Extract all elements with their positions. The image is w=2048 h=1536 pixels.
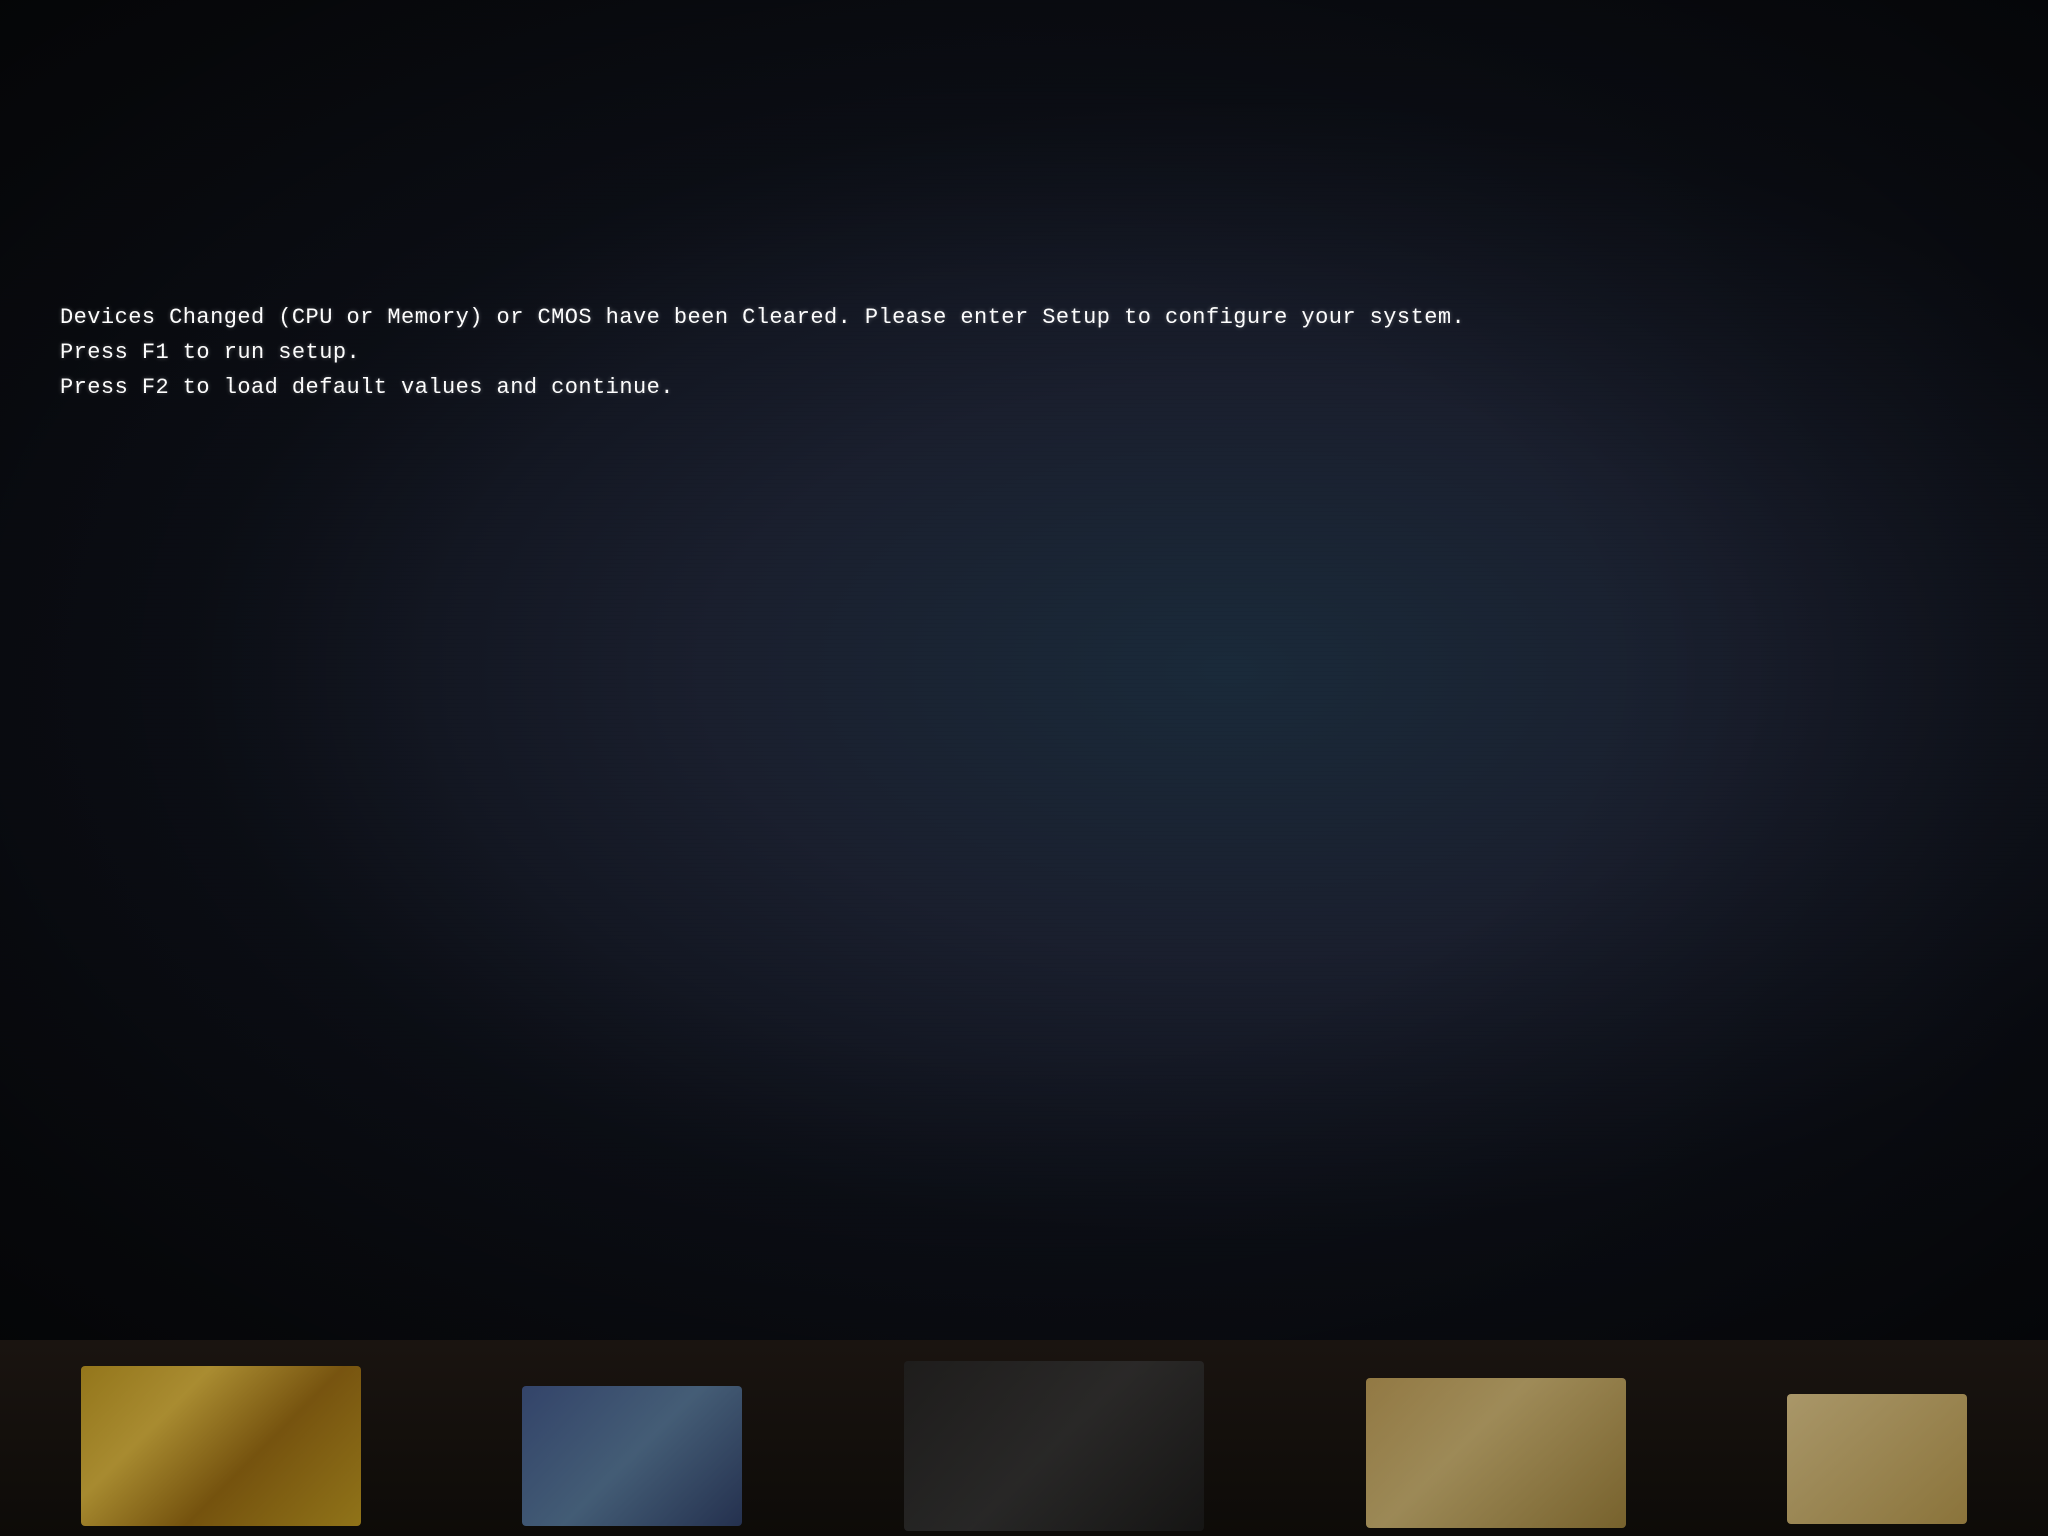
bios-line-2: Press F1 to run setup. bbox=[60, 335, 1465, 370]
vignette-overlay bbox=[0, 0, 2048, 1340]
desk-object-4 bbox=[1366, 1378, 1626, 1528]
desk-object-2 bbox=[522, 1386, 742, 1526]
desk-object-3 bbox=[904, 1361, 1204, 1531]
bios-line-1: Devices Changed (CPU or Memory) or CMOS … bbox=[60, 300, 1465, 335]
desk-object-5 bbox=[1787, 1394, 1967, 1524]
desk-area bbox=[0, 1340, 2048, 1536]
desk-object-1 bbox=[81, 1366, 361, 1526]
bios-line-3: Press F2 to load default values and cont… bbox=[60, 370, 1465, 405]
bios-message-area: Devices Changed (CPU or Memory) or CMOS … bbox=[60, 300, 1465, 406]
monitor-screen: Devices Changed (CPU or Memory) or CMOS … bbox=[0, 0, 2048, 1340]
